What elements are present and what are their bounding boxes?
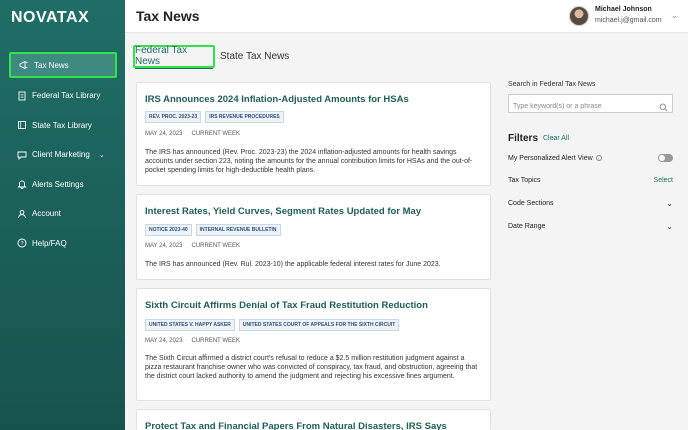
date-range-label: Date Range [508,223,546,230]
tax-topics-select-link[interactable]: Select [654,177,673,184]
search-box [508,94,673,115]
sidebar: NOVATAX Tax News Federal Tax Library Sta… [0,0,125,430]
tab-state-tax-news[interactable]: State Tax News [220,45,289,68]
sidebar-item-tax-news[interactable]: Tax News [9,52,117,78]
bell-icon [17,179,27,190]
tab-federal-tax-news[interactable]: Federal Tax News [133,45,215,69]
search-icon[interactable] [659,99,668,117]
tax-topics-row: Tax Topics Select [508,177,673,184]
tag[interactable]: REV. PROC. 2023-23 [145,111,202,123]
tag-list: NOTICE 2023-40 INTERNAL REVENUE BULLETIN [145,224,281,236]
sidebar-item-federal-tax-library[interactable]: Federal Tax Library [0,81,125,111]
news-date: MAY 24, 2023 [145,131,183,137]
alert-view-label: My Personalized Alert View [508,154,593,162]
filters-title: Filters [508,133,539,144]
code-sections-row[interactable]: Code Sections ⌄ [508,199,673,208]
news-title[interactable]: Protect Tax and Financial Papers From Na… [145,421,447,430]
svg-text:?: ? [20,241,23,247]
news-meta: MAY 24, 2023 CURRENT WEEK [145,243,240,249]
news-date: MAY 24, 2023 [145,338,183,344]
help-icon: ? [17,238,27,248]
tag-list: UNITED STATES V. HAPPY ASKER UNITED STAT… [145,319,400,331]
news-date: MAY 24, 2023 [145,243,183,249]
news-summary: The IRS has announced (Rev. Rul. 2023-10… [145,261,441,268]
news-summary: The IRS has announced (Rev. Proc. 2023-2… [145,149,473,174]
sidebar-item-label: Client Marketing [32,150,90,160]
user-icon [17,209,27,219]
app-logo[interactable]: NOVATAX [11,9,89,27]
tag[interactable]: UNITED STATES V. HAPPY ASKER [145,319,235,331]
avatar[interactable] [569,6,589,26]
sidebar-item-label: Alerts Settings [32,179,84,189]
sidebar-item-alerts-settings[interactable]: Alerts Settings [0,170,125,200]
alert-view-toggle[interactable] [658,154,673,162]
tax-topics-label: Tax Topics [508,177,541,184]
sidebar-item-state-tax-library[interactable]: State Tax Library [0,111,125,141]
news-card[interactable]: Sixth Circuit Affirms Denial of Tax Frau… [136,288,491,401]
tab-label: State Tax News [220,51,290,62]
chevron-down-icon[interactable]: ⌄ [666,199,673,208]
user-name: Michael Johnson [595,6,652,13]
news-card[interactable]: Interest Rates, Yield Curves, Segment Ra… [136,194,491,280]
tag[interactable]: NOTICE 2023-40 [145,224,192,236]
news-card[interactable]: Protect Tax and Financial Papers From Na… [136,409,491,430]
news-card[interactable]: IRS Announces 2024 Inflation-Adjusted Am… [136,82,491,186]
news-title[interactable]: IRS Announces 2024 Inflation-Adjusted Am… [145,94,409,105]
user-email: michael.j@gmail.com [595,17,662,24]
document-icon [17,91,27,101]
sidebar-item-client-marketing[interactable]: Client Marketing ⌄ [0,140,125,170]
tag-list: REV. PROC. 2023-23 IRS REVENUE PROCEDURE… [145,111,284,123]
alert-view-row: My Personalized Alert View i [508,154,673,162]
news-summary: The Sixth Circuit affirmed a district co… [145,355,478,380]
search-input[interactable] [509,98,649,115]
news-meta: MAY 24, 2023 CURRENT WEEK [145,338,240,344]
megaphone-icon [19,60,29,70]
chevron-down-icon[interactable]: ⌄ [671,11,678,20]
code-sections-label: Code Sections [508,200,554,207]
tab-label: Federal Tax News [135,45,213,69]
clear-all-link[interactable]: Clear All [543,135,569,142]
chat-icon [17,150,27,160]
sidebar-item-label: State Tax Library [32,120,92,130]
sidebar-item-label: Tax News [34,60,69,70]
info-icon[interactable]: i [595,154,602,161]
news-period: CURRENT WEEK [191,131,241,137]
chevron-down-icon[interactable]: ⌄ [99,151,105,159]
chevron-down-icon[interactable]: ⌄ [666,222,673,231]
search-label: Search in Federal Tax News [508,81,596,88]
sidebar-item-label: Federal Tax Library [32,91,101,101]
sidebar-nav: Tax News Federal Tax Library State Tax L… [0,52,125,258]
top-header: Tax News Michael Johnson michael.j@gmail… [125,0,688,33]
tag[interactable]: INTERNAL REVENUE BULLETIN [195,224,281,236]
news-period: CURRENT WEEK [191,338,241,344]
page-title: Tax News [136,8,200,24]
sidebar-item-label: Account [32,209,61,219]
date-range-row[interactable]: Date Range ⌄ [508,222,673,231]
news-meta: MAY 24, 2023 CURRENT WEEK [145,131,240,137]
sidebar-item-account[interactable]: Account [0,199,125,229]
sidebar-item-label: Help/FAQ [32,238,67,248]
sidebar-item-help-faq[interactable]: ? Help/FAQ [0,229,125,259]
library-icon [17,120,27,130]
news-period: CURRENT WEEK [191,243,241,249]
tag[interactable]: UNITED STATES COURT OF APPEALS FOR THE S… [238,319,400,331]
news-title[interactable]: Interest Rates, Yield Curves, Segment Ra… [145,206,421,217]
news-title[interactable]: Sixth Circuit Affirms Denial of Tax Frau… [145,300,428,311]
tag[interactable]: IRS REVENUE PROCEDURES [205,111,284,123]
